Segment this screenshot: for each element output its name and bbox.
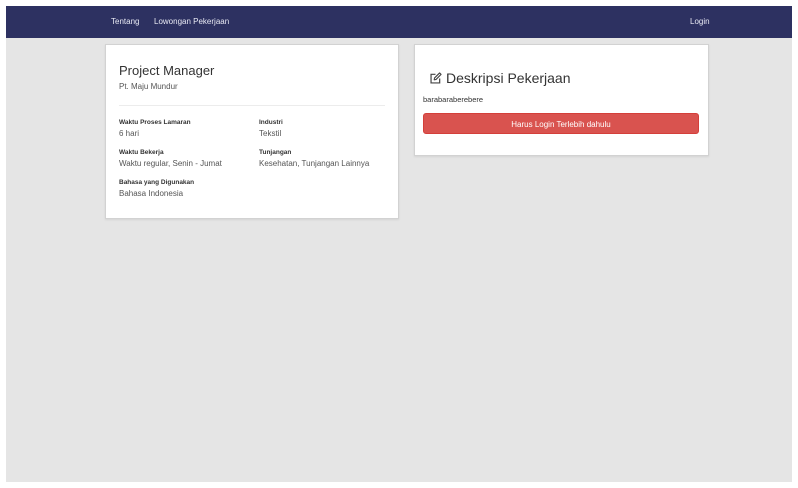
field-label: Waktu Proses Lamaran [119,119,191,126]
nav-login-link[interactable]: Login [690,6,710,38]
field-label: Bahasa yang Digunakan [119,179,195,186]
field-industry: Industri Tekstil [259,119,389,139]
field-process-time: Waktu Proses Lamaran 6 hari [119,119,249,139]
top-navbar: Tentang Lowongan Pekerjaan Login [6,6,792,38]
field-benefits: Tunjangan Kesehatan, Tunjangan Lainnya [259,149,389,169]
field-value: Tekstil [259,129,282,138]
field-value: 6 hari [119,129,140,138]
field-value: Bahasa Indonesia [119,189,184,198]
description-header: Deskripsi Pekerjaan [429,69,571,87]
field-label: Tunjangan [259,149,292,156]
company-name: Pt. Maju Mundur [119,82,178,91]
description-text: barabaraberebere [423,95,484,104]
field-language: Bahasa yang Digunakan Bahasa Indonesia [119,179,249,199]
edit-icon [430,71,442,84]
job-title: Project Manager [119,63,215,78]
job-description-card: Deskripsi Pekerjaan barabaraberebere Har… [414,44,709,156]
login-required-button[interactable]: Harus Login Terlebih dahulu [423,113,699,134]
field-value: Waktu regular, Senin - Jumat [119,159,222,168]
nav-link-tentang[interactable]: Tentang [111,6,139,38]
job-summary-card: Project Manager Pt. Maju Mundur Waktu Pr… [105,44,399,219]
field-work-time: Waktu Bekerja Waktu regular, Senin - Jum… [119,149,249,169]
divider [119,105,385,106]
field-value: Kesehatan, Tunjangan Lainnya [259,159,370,168]
page-viewport: Tentang Lowongan Pekerjaan Login Project… [6,6,792,482]
nav-link-lowongan-pekerjaan[interactable]: Lowongan Pekerjaan [154,6,229,38]
field-label: Waktu Bekerja [119,149,164,156]
field-label: Industri [259,119,283,126]
description-title: Deskripsi Pekerjaan [446,70,571,86]
